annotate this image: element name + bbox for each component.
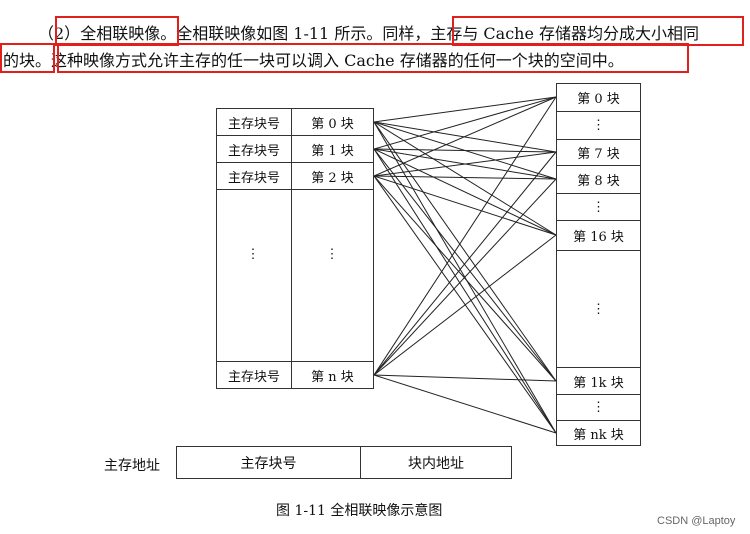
csdn-watermark: CSDN @Laptoy <box>657 515 736 527</box>
main-row-0-block: 第 0 块 <box>291 108 374 136</box>
mapping-line-2-4 <box>373 175 557 382</box>
figure-caption: 图 1-11 全相联映像示意图 <box>276 503 443 519</box>
main-row-n-block: 第 n 块 <box>291 361 374 389</box>
main-row-2-label: 主存块号 <box>216 162 292 190</box>
mapping-line-1-0 <box>373 96 557 150</box>
main-row-1-block: 第 1 块 <box>291 135 374 163</box>
main-ellipsis-left: ⋮ <box>246 247 260 262</box>
mapping-line-0-0 <box>373 96 557 123</box>
mapping-line-3-5 <box>373 374 557 434</box>
main-row-2-block: 第 2 块 <box>291 162 374 190</box>
main-row-0-label: 主存块号 <box>216 108 292 136</box>
address-label: 主存地址 <box>104 458 160 474</box>
cache-block-16: 第 16 块 <box>556 220 641 251</box>
cache-ellipsis-2: ⋮ <box>556 193 641 221</box>
cache-block-1k: 第 1k 块 <box>556 367 641 395</box>
address-field-block-number: 主存块号 <box>176 446 361 479</box>
mapping-line-1-1 <box>373 148 557 153</box>
cache-block-0: 第 0 块 <box>556 83 641 112</box>
cache-block-7: 第 7 块 <box>556 139 641 166</box>
cache-ellipsis-4: ⋮ <box>556 394 641 421</box>
main-gap-right <box>291 189 374 362</box>
cache-block-8: 第 8 块 <box>556 165 641 194</box>
mapping-line-3-4 <box>373 374 557 382</box>
address-field-offset: 块内地址 <box>360 446 512 479</box>
mapping-line-3-3 <box>373 234 557 376</box>
main-ellipsis-right: ⋮ <box>325 247 339 262</box>
cache-ellipsis-3: ⋮ <box>556 250 641 368</box>
main-gap-left <box>216 189 292 362</box>
cache-block-nk: 第 nk 块 <box>556 420 641 446</box>
cache-ellipsis-1: ⋮ <box>556 111 641 140</box>
main-row-n-label: 主存块号 <box>216 361 292 389</box>
main-row-1-label: 主存块号 <box>216 135 292 163</box>
